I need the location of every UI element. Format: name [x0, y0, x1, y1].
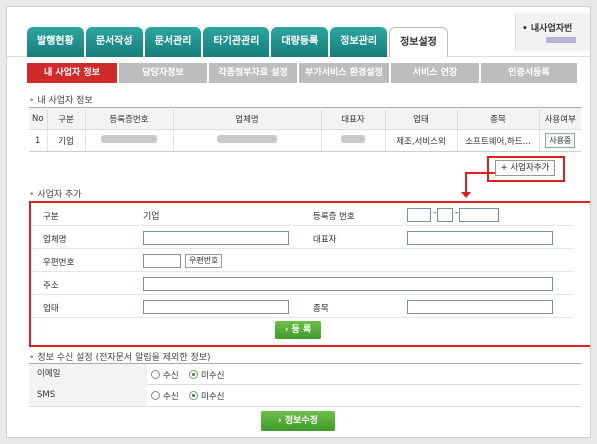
notify-section-title: • 정보 수신 설정 (전자문서 알림을 제외한 정보): [29, 350, 211, 363]
company-name-label: 업체명: [43, 235, 67, 245]
business-section-title: • 내 사업자 정보: [29, 93, 93, 106]
form-row-address: 주소: [33, 273, 573, 295]
add-section-title: • 사업자 추가: [29, 187, 82, 200]
register-button[interactable]: › 등 록: [275, 321, 321, 339]
table-row[interactable]: 1 기업 제조,서비스외 소프트웨어,하드... 사용중: [29, 129, 581, 152]
arrow-connector: [465, 172, 495, 174]
app-frame: 발행현황 문서작성 문서관리 타기관관리 대량등록 정보관리 정보설정 • 내사…: [6, 6, 591, 438]
email-not-receive-radio[interactable]: [189, 370, 198, 379]
cell-item: 소프트웨어,하드...: [457, 129, 540, 152]
blurred-reg-no: [101, 135, 157, 143]
col-item: 종목: [457, 107, 540, 130]
subtab-manager[interactable]: 담당자정보: [119, 63, 207, 83]
subtab-addon-settings[interactable]: 부가서비스 환경설정: [299, 63, 389, 83]
tab-bulk-register[interactable]: 대량등록: [271, 27, 329, 57]
subtab-attachments[interactable]: 각종첨부자료 설정: [209, 63, 297, 83]
email-receive-label: 수신: [163, 371, 179, 381]
sub-tab-bar: 내 사업자 정보 담당자정보 각종첨부자료 설정 부가서비스 환경설정 서비스 …: [27, 63, 577, 83]
address-input[interactable]: [143, 277, 553, 291]
reg-no-part1-input[interactable]: [407, 208, 431, 222]
company-name-input[interactable]: [143, 231, 289, 245]
cell-company: [173, 129, 322, 152]
cell-no: 1: [29, 129, 48, 152]
arrow-down-icon: [461, 192, 471, 198]
blurred-business-number: [546, 37, 576, 43]
form-row-name: 업체명 대표자: [33, 227, 573, 249]
bullet-icon: •: [29, 353, 35, 363]
cell-usage: 사용중: [539, 129, 581, 152]
biz-type-label: 업태: [43, 304, 59, 314]
arrow-connector-vertical: [465, 172, 467, 194]
save-info-button[interactable]: › 정보수정: [261, 411, 335, 431]
reg-no-part2-input[interactable]: [437, 208, 453, 222]
cell-reg-no: [85, 129, 174, 152]
biz-type-input[interactable]: [143, 300, 289, 314]
cell-biz-type: 제조,서비스외: [385, 129, 458, 152]
cell-rep: [321, 129, 386, 152]
add-section-title-text: 사업자 추가: [37, 190, 82, 200]
col-company: 업체명: [173, 107, 322, 130]
tab-info-settings[interactable]: 정보설정: [389, 27, 448, 57]
reg-no-label: 등록증 번호: [313, 212, 355, 222]
reg-no-part3-input[interactable]: [459, 208, 499, 222]
zip-label: 우편번호: [43, 258, 75, 268]
address-label: 주소: [43, 281, 59, 291]
form-row-zip: 우편번호 우편번호: [33, 250, 573, 272]
tab-info-manage[interactable]: 정보관리: [330, 27, 388, 57]
col-biz-type: 업태: [385, 107, 458, 130]
subtab-certificate[interactable]: 인증서등록: [481, 63, 577, 83]
email-receive-radio[interactable]: [151, 370, 160, 379]
table-header-row: No 구분 등록증번호 업체명 대표자 업태 종목 사용여부: [29, 107, 581, 130]
sms-not-receive-label: 미수신: [201, 392, 225, 402]
dash-separator: -: [433, 208, 437, 218]
email-label: 이메일: [29, 364, 147, 385]
usage-button[interactable]: 사용중: [545, 133, 576, 148]
top-navigation: 발행현황 문서작성 문서관리 타기관관리 대량등록 정보관리 정보설정 • 내사…: [7, 7, 590, 57]
subtab-my-business[interactable]: 내 사업자 정보: [27, 63, 117, 83]
item-label: 종목: [313, 304, 329, 314]
type-value: 기업: [143, 212, 160, 222]
form-row-biz: 업태 종목: [33, 296, 573, 318]
tab-issue-status[interactable]: 발행현황: [27, 27, 84, 57]
rep-input[interactable]: [407, 231, 553, 245]
subtab-service-extend[interactable]: 서비스 연장: [391, 63, 479, 83]
sms-label: SMS: [29, 385, 147, 406]
my-business-number-box: • 내사업자번: [515, 13, 590, 51]
col-rep: 대표자: [321, 107, 386, 130]
bullet-icon: •: [29, 190, 35, 200]
col-usage: 사용여부: [539, 107, 581, 130]
bullet-icon: •: [29, 96, 35, 106]
col-reg-no: 등록증번호: [85, 107, 174, 130]
notify-section-title-text: 정보 수신 설정 (전자문서 알림을 제외한 정보): [37, 353, 211, 363]
notify-row-email: 이메일 수신 미수신: [29, 363, 581, 385]
zip-input[interactable]: [143, 254, 181, 268]
item-input[interactable]: [407, 300, 553, 314]
notify-row-sms: SMS 수신 미수신: [29, 385, 581, 407]
business-table: No 구분 등록증번호 업체명 대표자 업태 종목 사용여부 1 기업 제조,서…: [29, 107, 581, 152]
my-business-number-label: • 내사업자번: [522, 24, 573, 34]
email-not-receive-label: 미수신: [201, 371, 225, 381]
tab-doc-write[interactable]: 문서작성: [85, 27, 143, 57]
sms-not-receive-radio[interactable]: [189, 391, 198, 400]
rep-label: 대표자: [313, 235, 337, 245]
business-section-title-text: 내 사업자 정보: [37, 96, 93, 106]
tab-doc-manage[interactable]: 문서관리: [144, 27, 202, 57]
col-type: 구분: [47, 107, 86, 130]
blurred-company: [217, 135, 277, 143]
blurred-rep: [341, 135, 365, 143]
dash-separator: -: [455, 208, 459, 218]
tab-other-org[interactable]: 타기관관리: [203, 27, 270, 57]
sms-receive-label: 수신: [163, 392, 179, 402]
type-label: 구분: [43, 212, 59, 222]
sms-receive-radio[interactable]: [151, 391, 160, 400]
form-row-type: 구분 기업 등록증 번호 - -: [33, 204, 573, 226]
col-no: No: [29, 107, 48, 130]
main-tab-bar: 발행현황 문서작성 문서관리 타기관관리 대량등록 정보관리 정보설정: [27, 27, 448, 57]
zip-search-button[interactable]: 우편번호: [185, 254, 223, 268]
add-business-button[interactable]: + 사업자추가: [495, 160, 555, 176]
cell-type: 기업: [47, 129, 86, 152]
